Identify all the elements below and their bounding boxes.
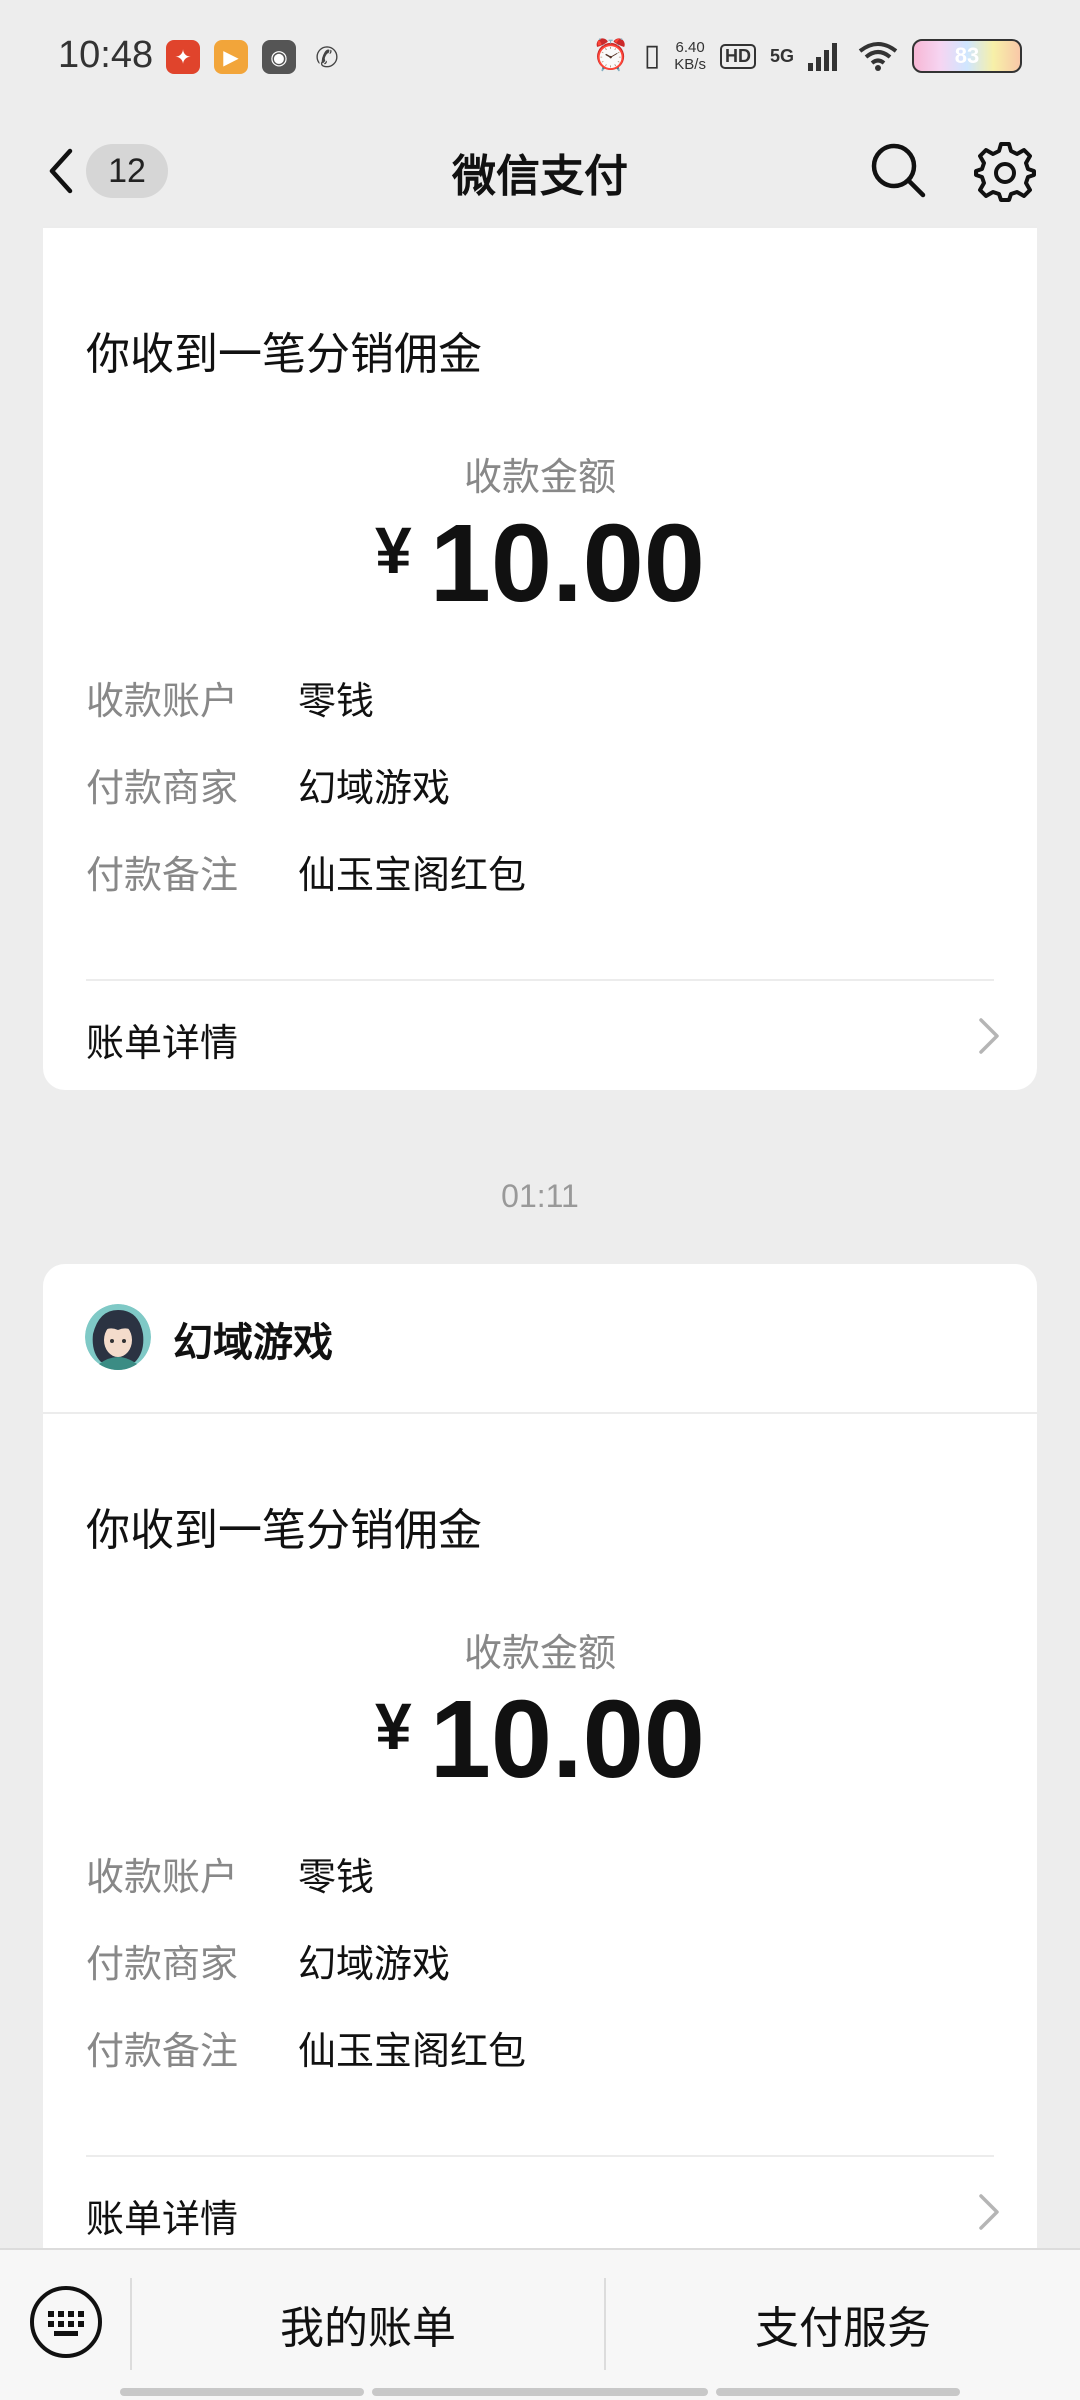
amount-display: ¥10.00 [43,1676,1037,1803]
signal-5g-label: 5G [769,45,794,66]
detail-value: 仙玉宝阁红包 [298,853,527,897]
notice-title: 你收到一笔分销佣金 [86,1505,482,1556]
battery-indicator: 83 [912,39,1022,73]
status-right: ⏰ ▯ 6.40 KB/s HD 5G 83 [592,38,1022,74]
notice-title: 你收到一笔分销佣金 [86,329,482,380]
payment-notice-card: 幻域游戏 你收到一笔分销佣金 收款金额 ¥10.00 收款账户 零钱 付款商家 幻域… [43,1264,1037,2248]
detail-key: 付款商家 [86,766,239,810]
detail-key: 付款商家 [86,1942,239,1986]
detail-row-account: 收款账户 零钱 [86,670,374,725]
amount-value: 10.00 [429,1678,705,1801]
gesture-bar-left [120,2388,364,2396]
payment-notice-card: 你收到一笔分销佣金 收款金额 ¥10.00 收款账户 零钱 付款商家 幻域游戏 付款… [43,226,1037,1090]
detail-row-account: 收款账户 零钱 [86,1846,374,1901]
bill-divider [86,979,994,981]
wifi-icon [858,42,898,71]
detail-value: 幻域游戏 [298,766,451,810]
chat-header: 12 微信支付 [0,118,1080,226]
status-app-icons: ✦ ▶ ◉ ✆ [166,40,344,74]
bill-details-link[interactable]: 账单详情 [43,2158,1037,2248]
amount-label: 收款金额 [463,455,616,499]
alarm-icon: ⏰ [592,38,630,73]
notification-video-icon: ▶ [214,40,248,74]
currency-symbol: ¥ [375,1689,412,1763]
currency-symbol: ¥ [375,513,412,587]
phone-missed-call-icon: ✆ [315,40,339,74]
detail-key: 收款账户 [86,679,239,723]
bill-details-link[interactable]: 账单详情 [43,982,1037,1090]
bill-details-label: 账单详情 [86,1021,239,1065]
merchant-avatar [85,1304,151,1370]
bottom-menu-bar: 我的账单 支付服务 [0,2248,1080,2400]
gesture-bar-center[interactable] [372,2388,708,2396]
detail-row-remark: 付款备注 仙玉宝阁红包 [86,844,526,899]
detail-value: 零钱 [298,1855,375,1899]
chevron-right-icon [979,2194,999,2230]
message-list[interactable]: 你收到一笔分销佣金 收款金额 ¥10.00 收款账户 零钱 付款商家 幻域游戏 付款… [0,226,1080,2248]
payment-services-menu-button[interactable]: 支付服务 [606,2278,1080,2370]
gesture-bar-right [716,2388,960,2396]
hd-voice-badge: HD [719,43,756,69]
bill-divider [86,2155,994,2157]
amount-label: 收款金额 [463,1631,616,1675]
search-icon[interactable] [868,140,928,200]
detail-value: 仙玉宝阁红包 [298,2029,527,2073]
merchant-avatar-image [85,1304,151,1370]
detail-row-merchant: 付款商家 幻域游戏 [86,1933,450,1988]
vibrate-icon: ▯ [643,38,661,73]
bill-details-label: 账单详情 [86,2197,239,2241]
chevron-right-icon [979,1018,999,1054]
my-bills-menu-button[interactable]: 我的账单 [132,2278,604,2370]
amount-display: ¥10.00 [43,500,1037,627]
network-speed-unit: KB/s [674,56,706,73]
message-timestamp: 01:11 [501,1178,579,1214]
network-speed-value: 6.40 [675,39,705,56]
detail-key: 付款备注 [86,853,239,897]
notification-player-icon: ◉ [262,40,296,74]
status-time: 10:48 [58,34,154,76]
gear-icon[interactable] [974,140,1036,202]
detail-value: 幻域游戏 [298,1942,451,1986]
detail-key: 收款账户 [86,1855,239,1899]
cellular-signal-icon [808,43,837,71]
detail-row-remark: 付款备注 仙玉宝阁红包 [86,2020,526,2075]
status-bar: 10:48 ✦ ▶ ◉ ✆ ⏰ ▯ 6.40 KB/s HD 5G 83 [0,0,1080,118]
amount-value: 10.00 [429,502,705,625]
network-speed: 6.40 KB/s [674,39,706,73]
merchant-name: 幻域游戏 [173,1320,333,1366]
detail-row-merchant: 付款商家 幻域游戏 [86,757,450,812]
notification-app-icon: ✦ [166,40,200,74]
detail-key: 付款备注 [86,2029,239,2073]
merchant-header[interactable]: 幻域游戏 [43,1264,1037,1414]
keyboard-icon[interactable] [28,2284,104,2360]
detail-value: 零钱 [298,679,375,723]
card-divider [43,226,1037,228]
